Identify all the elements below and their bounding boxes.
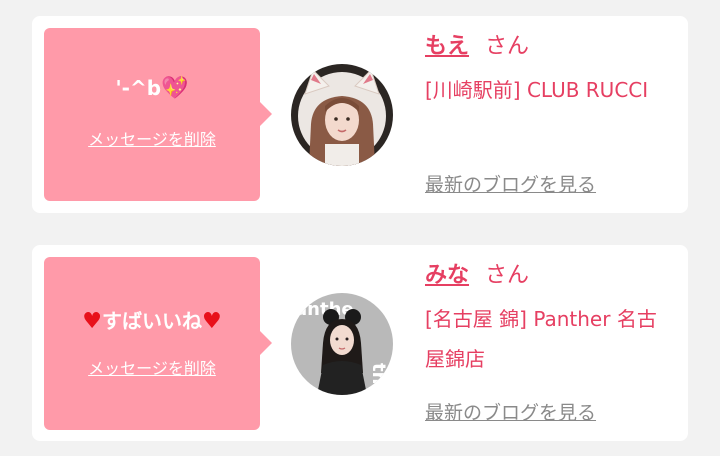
message-text: '-^b [115, 76, 162, 100]
message-text: すばいいね [102, 309, 202, 333]
delete-message-link[interactable]: メッセージを削除 [44, 126, 260, 150]
latest-blog-link[interactable]: 最新のブログを見る [425, 170, 596, 197]
sparkling-heart-icon: 💖 [161, 76, 189, 101]
shop-name[interactable]: [名古屋 錦] Panther 名古屋錦店 [425, 299, 675, 379]
message-bubble: '-^b💖 メッセージを削除 [44, 28, 272, 201]
avatar[interactable] [291, 64, 393, 166]
avatar[interactable]: anthe ther [291, 293, 393, 395]
message-card-2: ♥すばいいね♥ メッセージを削除 anthe ther みな さん [名古屋 錦]… [32, 245, 688, 441]
cast-name-link[interactable]: もえ [425, 34, 469, 59]
cast-info: みな さん [名古屋 錦] Panther 名古屋錦店 [425, 259, 675, 379]
message-text-row: ♥すばいいね♥ [44, 305, 260, 334]
delete-message-link[interactable]: メッセージを削除 [44, 355, 260, 379]
honorific: さん [485, 263, 530, 288]
red-heart-icon: ♥ [82, 309, 102, 334]
message-text-row: '-^b💖 [44, 76, 260, 101]
honorific: さん [485, 34, 530, 59]
avatar-photo-icon: anthe ther [291, 293, 393, 395]
message-card-1: '-^b💖 メッセージを削除 もえ さん [川崎駅前] CLUB RUCCI 最新… [32, 16, 688, 213]
avatar-photo-icon [291, 64, 393, 166]
svg-text:ther: ther [368, 363, 389, 395]
message-bubble: ♥すばいいね♥ メッセージを削除 [44, 257, 272, 430]
latest-blog-link[interactable]: 最新のブログを見る [425, 398, 596, 425]
red-heart-icon: ♥ [202, 309, 222, 334]
cast-name-link[interactable]: みな [425, 263, 469, 288]
shop-name[interactable]: [川崎駅前] CLUB RUCCI [425, 70, 675, 110]
cast-name-line: もえ さん [425, 30, 675, 64]
cast-info: もえ さん [川崎駅前] CLUB RUCCI [425, 30, 675, 110]
cast-name-line: みな さん [425, 259, 675, 293]
